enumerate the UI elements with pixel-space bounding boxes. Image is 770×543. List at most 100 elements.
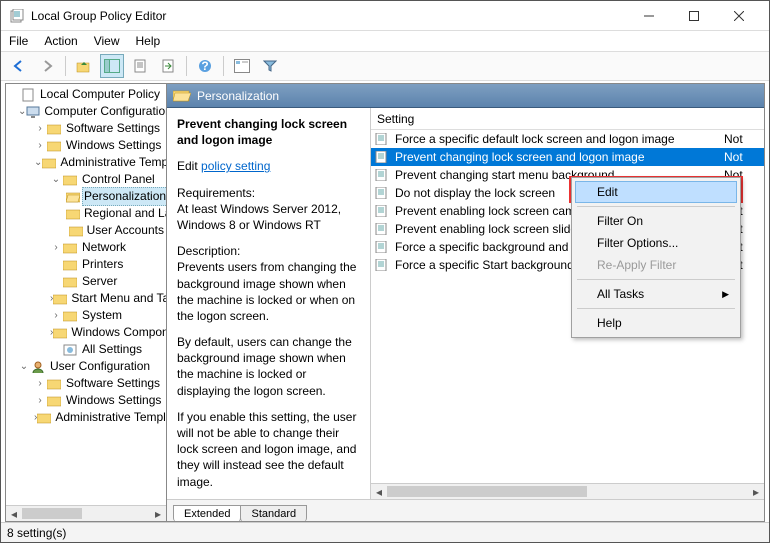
menu-file[interactable]: File: [9, 34, 28, 48]
tree-windows-components[interactable]: Windows Components: [69, 324, 167, 341]
context-menu: Edit Filter On Filter Options... Re-Appl…: [571, 177, 741, 338]
export-button[interactable]: [156, 54, 180, 78]
policy-item-icon: [375, 240, 391, 254]
menu-action[interactable]: Action: [44, 34, 77, 48]
expander-icon[interactable]: ›: [34, 375, 46, 392]
folder-icon: [53, 292, 67, 306]
options-button[interactable]: [230, 54, 254, 78]
expander-icon[interactable]: ⌄: [18, 103, 26, 120]
folder-icon: [66, 207, 80, 221]
list-item[interactable]: Prevent changing lock screen and logon i…: [371, 148, 764, 166]
tree-system[interactable]: System: [80, 307, 124, 324]
tree-all-settings[interactable]: All Settings: [80, 341, 144, 358]
expander-icon[interactable]: ›: [34, 392, 46, 409]
folder-icon: [46, 122, 62, 136]
policy-item-icon: [375, 168, 391, 182]
description-label: Description:: [177, 244, 240, 258]
user-icon: [30, 360, 46, 374]
computer-icon: [26, 105, 40, 119]
tree-printers[interactable]: Printers: [80, 256, 125, 273]
tree-scrollbar[interactable]: ◂▸: [6, 505, 166, 521]
list-item-label: Force a specific default lock screen and…: [395, 132, 724, 146]
show-tree-button[interactable]: [100, 54, 124, 78]
policy-icon: [20, 88, 36, 102]
tree-admin-templates[interactable]: Administrative Templates: [58, 154, 167, 171]
properties-button[interactable]: [128, 54, 152, 78]
expander-icon[interactable]: ⌄: [18, 358, 30, 375]
help-button[interactable]: ?: [193, 54, 217, 78]
policy-item-icon: [375, 132, 391, 146]
folder-icon: [53, 326, 67, 340]
close-button[interactable]: [716, 2, 761, 30]
folder-icon: [42, 156, 56, 170]
folder-icon: [62, 173, 78, 187]
description-pane: Prevent changing lock screen and logon i…: [167, 108, 371, 499]
tree-user-accounts[interactable]: User Accounts: [85, 222, 166, 239]
settings-icon: [62, 343, 78, 357]
minimize-button[interactable]: [626, 2, 671, 30]
breadcrumb-title: Personalization: [197, 89, 279, 103]
expander-icon[interactable]: ›: [50, 239, 62, 256]
list-header[interactable]: Setting: [371, 108, 764, 130]
policy-item-icon: [375, 150, 391, 164]
up-button[interactable]: [72, 54, 96, 78]
breadcrumb: Personalization: [167, 84, 764, 108]
tree-software-settings[interactable]: Software Settings: [64, 120, 162, 137]
menu-help[interactable]: Help: [136, 34, 161, 48]
forward-button[interactable]: [35, 54, 59, 78]
tree-u-windows-settings[interactable]: Windows Settings: [64, 392, 163, 409]
column-setting[interactable]: Setting: [377, 112, 758, 126]
svg-text:?: ?: [201, 59, 208, 73]
setting-heading: Prevent changing lock screen and logon i…: [177, 116, 360, 148]
title-bar: Local Group Policy Editor: [1, 1, 769, 31]
policy-item-icon: [375, 204, 391, 218]
description-p3: If you enable this setting, the user wil…: [177, 409, 360, 490]
expander-icon[interactable]: ⌄: [34, 154, 42, 171]
expander-icon[interactable]: ›: [50, 307, 62, 324]
menu-view[interactable]: View: [94, 34, 120, 48]
maximize-button[interactable]: [671, 2, 716, 30]
tree-start-menu[interactable]: Start Menu and Taskbar: [69, 290, 167, 307]
expander-icon[interactable]: ›: [34, 120, 46, 137]
list-scrollbar[interactable]: ◂▸: [371, 483, 764, 499]
tree-windows-settings[interactable]: Windows Settings: [64, 137, 163, 154]
tree-control-panel[interactable]: Control Panel: [80, 171, 157, 188]
tree-server[interactable]: Server: [80, 273, 119, 290]
tree-regional[interactable]: Regional and Language Options: [82, 205, 167, 222]
folder-open-icon: [173, 88, 191, 104]
ctx-filter-on[interactable]: Filter On: [575, 210, 737, 232]
description-p2: By default, users can change the backgro…: [177, 334, 360, 399]
policy-item-icon: [375, 222, 391, 236]
ctx-edit[interactable]: Edit: [575, 181, 737, 203]
tree-network[interactable]: Network: [80, 239, 128, 256]
tree-u-admin-templates[interactable]: Administrative Templates: [53, 409, 167, 426]
tree-user-config[interactable]: User Configuration: [48, 358, 152, 375]
tree-personalization[interactable]: Personalization: [82, 187, 167, 206]
tab-strip: Extended Standard: [167, 499, 764, 521]
expander-icon[interactable]: ›: [34, 137, 46, 154]
back-button[interactable]: [7, 54, 31, 78]
list-item-state: Not: [724, 150, 760, 164]
status-bar: 8 setting(s): [1, 522, 769, 542]
tab-standard[interactable]: Standard: [240, 505, 307, 522]
folder-icon: [46, 139, 62, 153]
tab-extended[interactable]: Extended: [173, 505, 241, 522]
requirements-label: Requirements:: [177, 186, 255, 200]
expander-icon[interactable]: ⌄: [50, 171, 62, 188]
ctx-reapply-filter: Re-Apply Filter: [575, 254, 737, 276]
window-title: Local Group Policy Editor: [31, 9, 626, 23]
ctx-help[interactable]: Help: [575, 312, 737, 334]
tree-root[interactable]: Local Computer Policy: [38, 86, 162, 103]
list-item[interactable]: Force a specific default lock screen and…: [371, 130, 764, 148]
ctx-filter-options[interactable]: Filter Options...: [575, 232, 737, 254]
folder-icon: [62, 241, 78, 255]
policy-item-icon: [375, 258, 391, 272]
ctx-all-tasks[interactable]: All Tasks▶: [575, 283, 737, 305]
tree-u-software-settings[interactable]: Software Settings: [64, 375, 162, 392]
status-text: 8 setting(s): [7, 526, 66, 540]
tree-computer-config[interactable]: Computer Configuration: [42, 103, 167, 120]
folder-icon: [69, 224, 83, 238]
edit-policy-link[interactable]: policy setting: [201, 159, 270, 173]
toolbar: ?: [1, 51, 769, 81]
filter-button[interactable]: [258, 54, 282, 78]
